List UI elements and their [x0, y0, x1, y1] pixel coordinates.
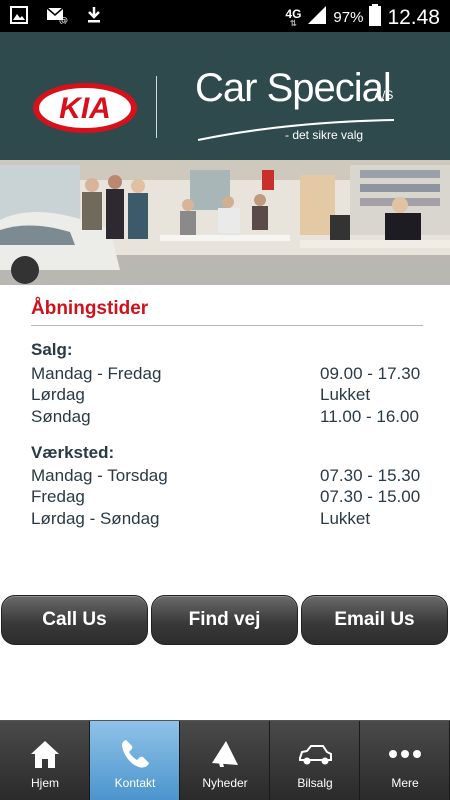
nav-home[interactable]: Hjem [0, 721, 90, 800]
title-divider [31, 325, 423, 326]
nav-label: Mere [391, 776, 419, 790]
find-route-button[interactable]: Find vej [151, 595, 298, 645]
gallery-notification-icon [10, 6, 28, 29]
hours-day: Søndag [31, 407, 91, 426]
home-icon [0, 737, 90, 771]
hours-day: Lørdag [31, 385, 85, 404]
email-us-button[interactable]: Email Us [301, 595, 448, 645]
call-us-button[interactable]: Call Us [1, 595, 148, 645]
hours-row: Lørdag - Søndag Lukket [31, 509, 423, 531]
hours-row: Mandag - Fredag 09.00 - 17.30 [31, 364, 423, 386]
svg-text:@: @ [59, 16, 68, 24]
brand-suffix: A/S [374, 88, 394, 102]
download-icon [86, 6, 102, 29]
hours-day: Mandag - Fredag [31, 364, 162, 383]
nav-label: Bilsalg [297, 776, 333, 790]
app-header: KIA Car Special A/S - det sikre valg [0, 32, 450, 160]
opening-hours-panel: Åbningstider Salg: Mandag - Fredag 09.00… [0, 285, 450, 720]
sales-heading: Salg: [31, 340, 73, 359]
svg-text:KIA: KIA [59, 92, 111, 125]
nav-news[interactable]: Nyheder [180, 721, 270, 800]
hours-day: Lørdag - Søndag [31, 509, 160, 528]
nav-more[interactable]: Mere [360, 721, 450, 800]
hours-time: 07.30 - 15.30 [320, 466, 421, 485]
nav-label: Hjem [30, 776, 59, 790]
hours-row: Lørdag Lukket [31, 385, 423, 407]
hours-row: Mandag - Torsdag 07.30 - 15.30 [31, 466, 423, 488]
more-icon [360, 737, 450, 771]
hours-time: 09.00 - 17.30 [320, 364, 421, 383]
hours-row: Fredag 07.30 - 15.00 [31, 487, 423, 509]
clock: 12.48 [387, 5, 440, 29]
hours-day: Fredag [31, 487, 85, 506]
brand-name: Car Special [195, 66, 392, 110]
battery-icon [369, 4, 382, 31]
hours-row: Søndag 11.00 - 16.00 [31, 407, 423, 429]
bottom-nav: Hjem Kontakt Nyheder Bilsalg Mere [0, 720, 450, 800]
hours-time: 07.30 - 15.00 [320, 487, 421, 506]
brand-tagline: - det sikre valg [285, 128, 364, 142]
page-title: Åbningstider [31, 298, 149, 319]
hours-time: Lukket [320, 509, 371, 528]
hours-time: Lukket [320, 385, 371, 404]
nav-contact[interactable]: Kontakt [90, 721, 180, 800]
hours-time: 11.00 - 16.00 [320, 407, 419, 426]
showroom-photo [0, 160, 450, 285]
megaphone-icon [180, 737, 270, 771]
signal-icon [307, 5, 327, 30]
network-type: 4G ⇅ [285, 6, 302, 28]
phone-icon [90, 737, 180, 771]
nav-label: Nyheder [202, 776, 248, 790]
kia-logo: KIA [30, 80, 140, 141]
hours-day: Mandag - Torsdag [31, 466, 168, 485]
workshop-heading: Værksted: [31, 443, 115, 462]
battery-percent: 97% [333, 9, 364, 26]
car-icon [270, 737, 360, 771]
mail-notification-icon: @ [46, 6, 68, 29]
nav-car-sales[interactable]: Bilsalg [270, 721, 360, 800]
nav-label: Kontakt [114, 776, 156, 790]
status-bar: @ 4G ⇅ 97% 12.48 [0, 0, 450, 32]
logo-divider [156, 76, 157, 138]
